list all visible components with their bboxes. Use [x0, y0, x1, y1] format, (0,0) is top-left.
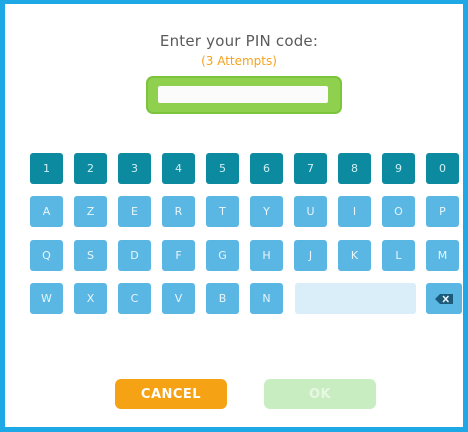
key-i[interactable]: I [338, 196, 371, 227]
key-5[interactable]: 5 [206, 153, 239, 184]
key-d[interactable]: D [118, 240, 151, 271]
key-n[interactable]: N [250, 283, 283, 314]
key-t[interactable]: T [206, 196, 239, 227]
key-o[interactable]: O [382, 196, 415, 227]
key-f[interactable]: F [162, 240, 195, 271]
backspace-key[interactable] [426, 283, 462, 314]
key-v[interactable]: V [162, 283, 195, 314]
cancel-button[interactable]: CANCEL [115, 379, 227, 409]
key-9[interactable]: 9 [382, 153, 415, 184]
key-3[interactable]: 3 [118, 153, 151, 184]
pin-prompt-label: Enter your PIN code: [159, 32, 319, 50]
key-h[interactable]: H [250, 240, 283, 271]
key-e[interactable]: E [118, 196, 151, 227]
key-k[interactable]: K [338, 240, 371, 271]
key-z[interactable]: Z [74, 196, 107, 227]
key-u[interactable]: U [294, 196, 327, 227]
key-c[interactable]: C [118, 283, 151, 314]
key-j[interactable]: J [294, 240, 327, 271]
backspace-icon [435, 293, 453, 304]
key-4[interactable]: 4 [162, 153, 195, 184]
attempts-remaining-label: (3 Attempts) [201, 54, 277, 68]
key-l[interactable]: L [382, 240, 415, 271]
ok-button[interactable]: OK [264, 379, 376, 409]
key-2[interactable]: 2 [74, 153, 107, 184]
pin-field-highlight [148, 78, 340, 112]
key-p[interactable]: P [426, 196, 459, 227]
key-1[interactable]: 1 [30, 153, 63, 184]
key-r[interactable]: R [162, 196, 195, 227]
pin-input[interactable] [158, 86, 328, 103]
key-m[interactable]: M [426, 240, 459, 271]
key-b[interactable]: B [206, 283, 239, 314]
key-6[interactable]: 6 [250, 153, 283, 184]
key-a[interactable]: A [30, 196, 63, 227]
key-y[interactable]: Y [250, 196, 283, 227]
key-0[interactable]: 0 [426, 153, 459, 184]
space-key[interactable] [295, 283, 416, 314]
key-7[interactable]: 7 [294, 153, 327, 184]
key-w[interactable]: W [30, 283, 63, 314]
key-g[interactable]: G [206, 240, 239, 271]
key-q[interactable]: Q [30, 240, 63, 271]
key-s[interactable]: S [74, 240, 107, 271]
key-8[interactable]: 8 [338, 153, 371, 184]
key-x[interactable]: X [74, 283, 107, 314]
pin-dialog: Enter your PIN code: (3 Attempts) 1 2 3 … [0, 0, 468, 432]
